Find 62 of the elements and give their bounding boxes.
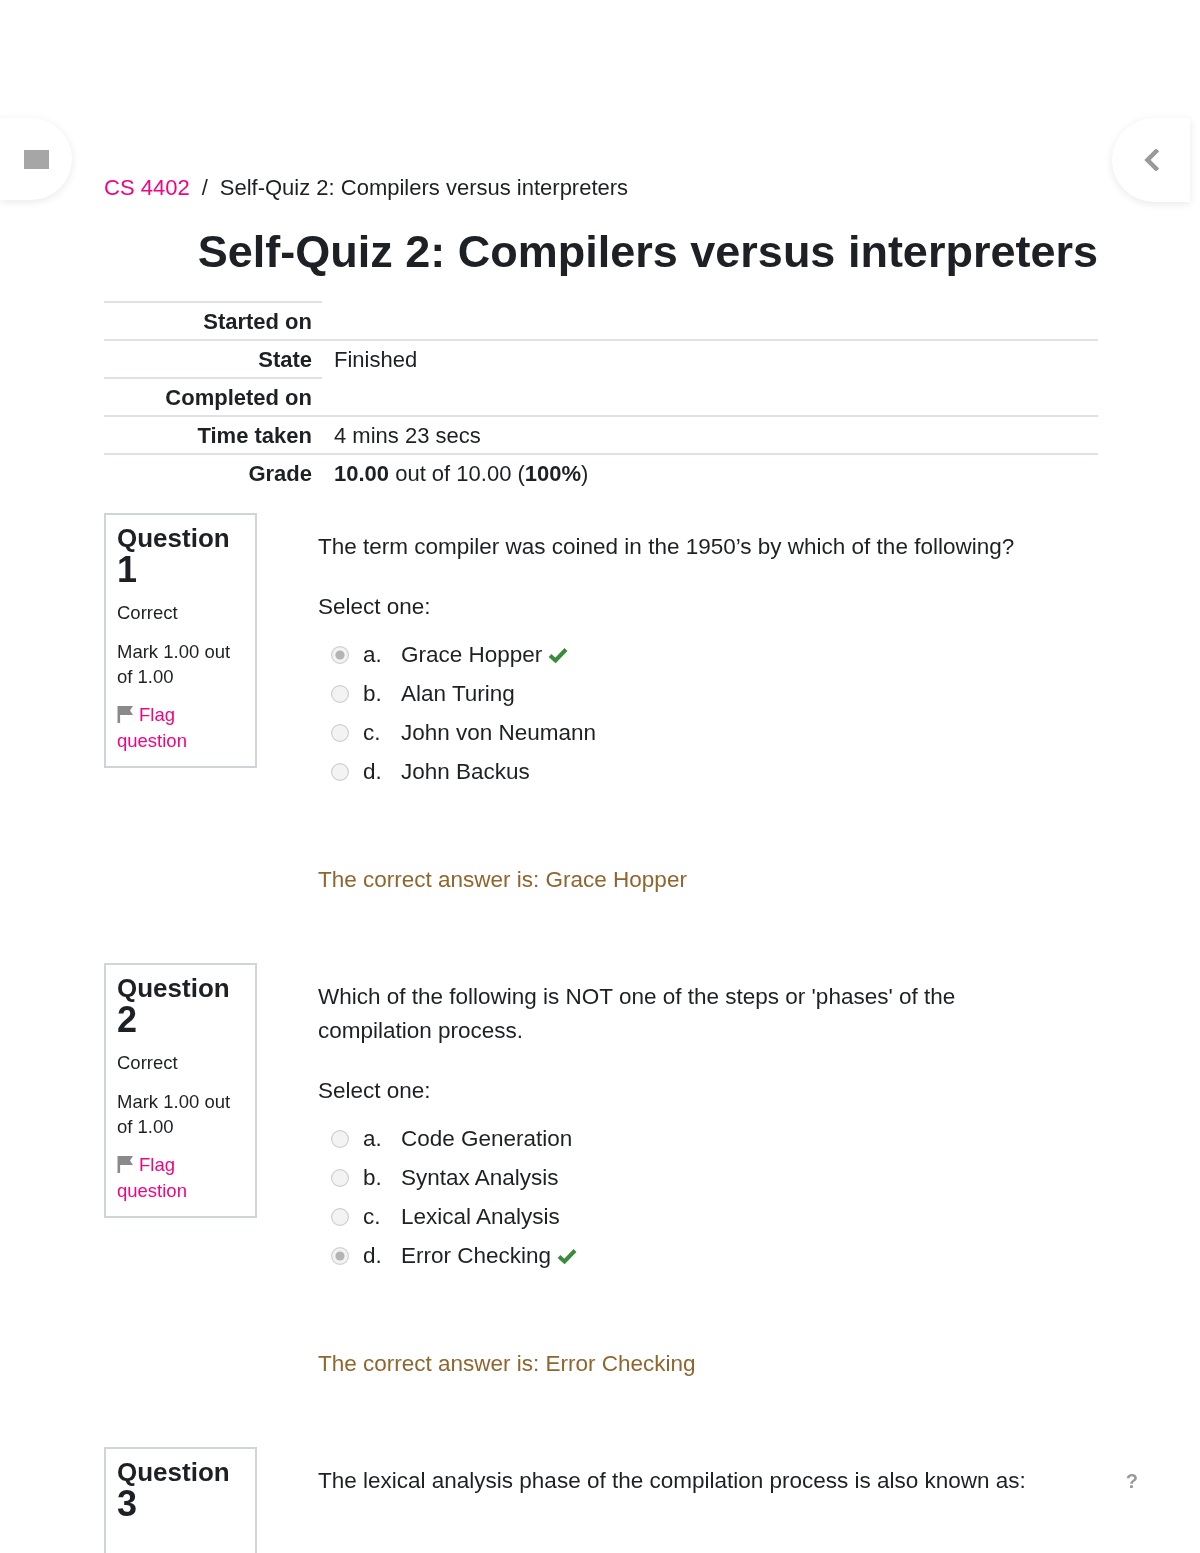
feedback-text: The correct answer is: Error Checking	[318, 1350, 697, 1378]
question-number: 1	[117, 552, 138, 588]
question-heading: Question	[117, 1458, 231, 1486]
rectangle-icon	[23, 149, 49, 169]
breadcrumb-current: Self-Quiz 2: Compilers versus interpreters	[219, 174, 629, 202]
option-label: Code Generation	[401, 1124, 573, 1153]
help-icon[interactable]: ?	[1125, 1469, 1138, 1493]
radio-button[interactable]	[331, 1246, 349, 1265]
option-label: John Backus	[401, 757, 530, 786]
summary-value: 10.00 out of 10.00 (100%)	[322, 454, 1098, 492]
summary-label: Time taken	[104, 416, 322, 454]
question-mark: Mark 1.00 out of 1.00	[117, 640, 232, 689]
flag-question-link[interactable]: Flag question	[117, 1152, 245, 1204]
question-state: Correct	[117, 601, 179, 625]
option-letter: d.	[363, 757, 383, 786]
option-label: Alan Turing	[401, 679, 515, 708]
question-number: 3	[117, 1486, 138, 1522]
breadcrumb-link[interactable]: CS 4402	[104, 174, 190, 202]
question-mark: Mark 1.00 out of 1.00	[117, 1090, 232, 1139]
radio-button[interactable]	[331, 762, 349, 781]
option-label: Error Checking	[401, 1241, 552, 1270]
breadcrumb-separator: /	[201, 174, 208, 202]
select-prompt: Select one:	[318, 1077, 432, 1105]
question-heading: Question	[117, 524, 231, 552]
question-state: Correct	[117, 1051, 179, 1075]
option-letter: c.	[363, 718, 382, 747]
question-text: Which of the following is NOT one of the steps or 'phases' of the compilation process.	[318, 983, 957, 1045]
option-letter: b.	[363, 1163, 383, 1192]
option-letter: a.	[363, 1124, 383, 1153]
question-heading: Question	[117, 974, 231, 1002]
summary-label: State	[104, 340, 322, 378]
option-label: Syntax Analysis	[401, 1163, 559, 1192]
select-prompt: Select one:	[318, 593, 432, 621]
page-title: Self-Quiz 2: Compilers versus interpreters	[196, 225, 1098, 279]
option-letter: b.	[363, 679, 383, 708]
radio-button[interactable]	[331, 1129, 349, 1148]
drawer-toggle-button[interactable]	[0, 118, 72, 200]
drawer-toggle-button[interactable]	[1112, 118, 1190, 202]
summary-label: Completed on	[104, 378, 322, 416]
option-label: Grace Hopper	[401, 640, 543, 669]
question-text: The lexical analysis phase of the compilation process is also known as:	[318, 1467, 1027, 1495]
radio-button[interactable]	[331, 645, 349, 664]
radio-button[interactable]	[331, 1168, 349, 1187]
option-label: John von Neumann	[401, 718, 597, 747]
chevron-left-icon	[1143, 149, 1159, 171]
flag-question-link[interactable]: Flag question	[117, 702, 245, 754]
radio-button[interactable]	[331, 1207, 349, 1226]
question-number: 2	[117, 1002, 138, 1038]
option-letter: c.	[363, 1202, 382, 1231]
summary-label: Grade	[104, 454, 322, 492]
summary-label: Started on	[104, 302, 322, 340]
radio-button[interactable]	[331, 723, 349, 742]
summary-value: Finished	[322, 340, 1098, 378]
radio-button[interactable]	[331, 684, 349, 703]
option-label: Lexical Analysis	[401, 1202, 560, 1231]
summary-value: 4 mins 23 secs	[322, 416, 1098, 454]
feedback-text: The correct answer is: Grace Hopper	[318, 866, 688, 894]
option-letter: d.	[363, 1241, 383, 1270]
flag-icon	[117, 705, 133, 723]
question-text: The term compiler was coined in the 1950’s by which of the following?	[318, 533, 1016, 561]
flag-icon	[117, 1155, 133, 1173]
option-letter: a.	[363, 640, 383, 669]
